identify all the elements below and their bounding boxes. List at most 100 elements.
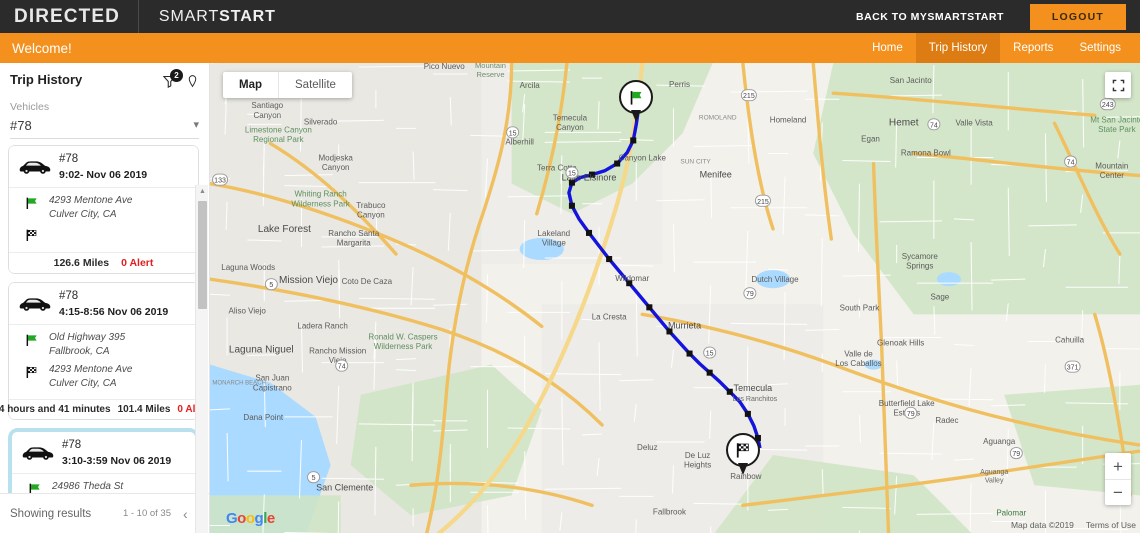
start-address-line1: 24986 Theda St [52, 481, 124, 492]
filter-icon[interactable]: 2 [162, 68, 183, 94]
svg-text:74: 74 [1067, 160, 1075, 167]
map-label: Hemet [889, 117, 919, 128]
trip-start-leg: Old Highway 395 Fallbrook, CA [15, 331, 192, 358]
map-label: Wilderness Park [374, 342, 433, 351]
map-label: Coto De Caza [342, 277, 393, 286]
nav-item-settings[interactable]: Settings [1066, 33, 1134, 63]
fullscreen-icon[interactable] [1105, 72, 1131, 98]
vehicle-select[interactable]: #78 ▾ [10, 116, 199, 139]
map-label: Regional Park [253, 135, 304, 144]
checkered-flag-icon [736, 443, 749, 458]
svg-text:79: 79 [907, 411, 915, 418]
scroll-up-arrow[interactable]: ▲ [196, 185, 209, 198]
trip-history-page: DIRECTED SMARTSTART BACK TO MYSMARTSTART… [0, 0, 1140, 533]
map-label: Trabuco [356, 201, 386, 210]
svg-text:243: 243 [1102, 102, 1114, 109]
zoom-in-button[interactable]: + [1105, 453, 1131, 479]
svg-text:371: 371 [1067, 365, 1079, 372]
scrollbar-thumb[interactable] [198, 201, 207, 309]
car-icon [22, 447, 54, 460]
map-zoom-controls: + − [1105, 453, 1131, 505]
logout-button[interactable]: LOGOUT [1029, 3, 1126, 30]
map-label: San Clemente [316, 482, 373, 492]
trip-alert-count: 0 Alert [121, 257, 154, 269]
map-type-satellite[interactable]: Satellite [278, 72, 352, 98]
trip-card[interactable]: #78 3:10-3:59 Nov 06 2019 24986 Theda StPe… [8, 428, 199, 493]
map-label: Radec [935, 416, 958, 425]
map-label: Los Ranchitos [733, 396, 778, 403]
brand-smart-light: SMART [158, 7, 220, 25]
map-pin-icon[interactable] [186, 73, 199, 94]
trip-legs: 4293 Mentone Ave Culver City, CA [9, 187, 198, 252]
car-icon [19, 298, 51, 311]
trip-card[interactable]: #78 9:02- Nov 06 2019 4293 Mentone Ave Culv… [8, 145, 199, 274]
map-attribution: Map data ©2019 Terms of Use [1011, 520, 1136, 530]
top-bar: DIRECTED SMARTSTART BACK TO MYSMARTSTART… [0, 0, 1140, 33]
vehicle-icon [15, 296, 55, 312]
svg-text:215: 215 [743, 93, 755, 100]
green-flag-icon [29, 483, 40, 493]
welcome-text: Welcome! [12, 40, 72, 56]
map-label: Aguanga [983, 437, 1016, 446]
map-canvas[interactable]: PerrisArcilaPico Nuevo MountainReserveSan… [210, 63, 1140, 533]
map-label: Butterfield Lake [879, 399, 935, 408]
page-body: Trip History 2 Vehicles #78 ▾ #78 9:02- … [0, 63, 1140, 533]
map-data-text: Map data ©2019 [1010, 520, 1074, 530]
svg-text:133: 133 [214, 178, 226, 185]
nav-item-reports[interactable]: Reports [1000, 33, 1066, 63]
trip-card[interactable]: #78 4:15-8:56 Nov 06 2019 Old Highway 395 F… [0, 282, 208, 420]
map-label: ROMOLAND [699, 114, 737, 121]
map-label: Mountain [475, 63, 506, 70]
trip-time: 9:02- Nov 06 2019 [59, 169, 148, 181]
trip-card-inner: #78 4:15-8:56 Nov 06 2019 Old Highway 395 F… [0, 283, 208, 419]
back-to-mysmartstart-link[interactable]: BACK TO MYSMARTSTART [856, 11, 1004, 23]
google-logo: Google [226, 510, 275, 527]
zoom-out-button[interactable]: − [1105, 479, 1131, 505]
map-label: Center [1100, 171, 1124, 180]
trip-end-marker[interactable] [726, 433, 760, 475]
trip-vehicle-id: #78 [59, 153, 79, 165]
filter-count-badge: 2 [170, 68, 183, 82]
trip-card-heading: #78 4:15-8:56 Nov 06 2019 [55, 290, 168, 318]
trip-vehicle-id: #78 [59, 290, 79, 302]
map-label: Fallbrook [653, 507, 687, 516]
svg-text:5: 5 [269, 282, 273, 289]
map-label: Wildomar [615, 274, 649, 283]
map-label: Temecula [734, 383, 774, 393]
page-title: Trip History [10, 72, 83, 87]
trip-vehicle-id: #78 [62, 439, 82, 451]
car-icon [19, 161, 51, 174]
map-panel[interactable]: Perris Arcila Pico Nuevo Mountain Reserve San… [210, 63, 1140, 533]
trip-card-header: #78 3:10-3:59 Nov 06 2019 [12, 432, 195, 473]
trip-list[interactable]: #78 9:02- Nov 06 2019 4293 Mentone Ave Culv… [0, 145, 209, 493]
brand-start-bold: START [219, 7, 276, 25]
map-label: South Park [840, 303, 881, 312]
sidebar-scrollbar[interactable]: ▲ ▼ [195, 185, 208, 533]
start-address-line1: Old Highway 395 [49, 332, 126, 343]
google-logo-o1: o [237, 510, 246, 527]
svg-text:15: 15 [568, 171, 576, 178]
svg-text:15: 15 [706, 351, 714, 358]
map-label: Modjeska [318, 154, 353, 163]
map-label: Valle de [844, 350, 873, 359]
map-label: MONARCH BEACH [212, 381, 265, 387]
nav-item-trip-history[interactable]: Trip History [915, 33, 1001, 63]
map-label: Heights [684, 461, 711, 470]
nav-item-home[interactable]: Home [859, 33, 916, 63]
map-label: State Park [1098, 125, 1136, 134]
start-address-line2: Fallbrook, CA [49, 345, 110, 357]
trip-start-marker[interactable] [619, 80, 653, 122]
prev-page-button[interactable]: ‹ [183, 507, 188, 521]
map-label: Aguanga [980, 469, 1008, 476]
map-type-map[interactable]: Map [223, 72, 278, 98]
map-label: Murrieta [668, 320, 702, 330]
vehicle-icon [15, 159, 55, 175]
map-type-toggle: Map Satellite [223, 72, 352, 98]
map-label: Egan [861, 134, 880, 143]
top-bar-actions: BACK TO MYSMARTSTART LOGOUT [856, 3, 1140, 30]
checkered-flag-icon [26, 366, 37, 378]
terms-of-use-link[interactable]: Terms of Use [1086, 520, 1136, 530]
brand-smartstart-logo: SMARTSTART [139, 8, 276, 26]
trip-start-flag [15, 331, 49, 348]
end-address-line2: Culver City, CA [49, 377, 117, 389]
